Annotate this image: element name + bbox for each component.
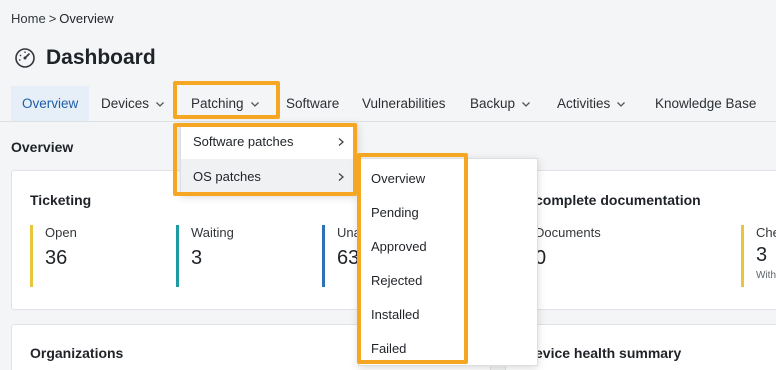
chevron-down-icon bbox=[522, 101, 530, 107]
page-title: Dashboard bbox=[46, 46, 156, 69]
submenu-item-label: Failed bbox=[371, 340, 407, 356]
metric-value: 3 bbox=[191, 247, 203, 269]
menu-item-label: OS patches bbox=[193, 169, 261, 184]
organizations-title: Organizations bbox=[30, 345, 124, 361]
breadcrumb-current: Overview bbox=[59, 11, 114, 26]
device-health-title: evice health summary bbox=[535, 345, 682, 361]
submenu-item-label: Rejected bbox=[371, 272, 423, 288]
section-title: Overview bbox=[11, 139, 74, 155]
submenu-item-overview[interactable]: Overview bbox=[359, 161, 537, 195]
documentation-card: complete documentation Documents 0 Che 3… bbox=[505, 170, 776, 310]
metric-label: Open bbox=[45, 225, 77, 240]
tab-label: Patching bbox=[191, 96, 244, 111]
submenu-item-label: Installed bbox=[371, 306, 420, 322]
submenu-item-approved[interactable]: Approved bbox=[359, 229, 537, 263]
menu-item-os-patches[interactable]: OS patches bbox=[181, 159, 357, 194]
breadcrumb-home[interactable]: Home bbox=[11, 11, 46, 26]
tab-label: Overview bbox=[22, 96, 79, 111]
chevron-down-icon bbox=[617, 101, 626, 107]
tab-overview[interactable]: Overview bbox=[11, 86, 90, 121]
submenu-item-label: Overview bbox=[371, 170, 426, 186]
main-tab-bar: Overview Devices Patching Software Vulne… bbox=[0, 86, 776, 122]
submenu-item-label: Approved bbox=[371, 238, 427, 254]
tab-activities[interactable]: Activities bbox=[546, 86, 637, 121]
page-header: Dashboard bbox=[14, 46, 156, 70]
metric-label: Waiting bbox=[191, 225, 234, 240]
tab-label: Devices bbox=[101, 96, 150, 111]
os-patches-submenu: Overview Pending Approved Rejected Insta… bbox=[358, 158, 538, 366]
tab-software[interactable]: Software bbox=[275, 86, 350, 121]
submenu-item-pending[interactable]: Pending bbox=[359, 195, 537, 229]
ticketing-metric-unassigned[interactable]: Una 63 bbox=[322, 225, 361, 287]
submenu-item-failed[interactable]: Failed bbox=[359, 331, 537, 365]
documentation-metric-checks[interactable]: Che 3 With bbox=[741, 225, 776, 287]
menu-item-label: Software patches bbox=[193, 134, 294, 149]
ticketing-title: Ticketing bbox=[30, 192, 92, 208]
metric-sublabel: With bbox=[756, 270, 776, 281]
tab-vulnerabilities[interactable]: Vulnerabilities bbox=[351, 86, 457, 121]
device-health-card: evice health summary bbox=[505, 324, 776, 370]
chevron-down-icon bbox=[250, 101, 259, 107]
chevron-down-icon bbox=[156, 101, 164, 107]
documentation-title: complete documentation bbox=[535, 192, 701, 208]
tab-backup[interactable]: Backup bbox=[459, 86, 542, 121]
metric-value: 0 bbox=[535, 247, 547, 269]
tab-knowledge-base[interactable]: Knowledge Base bbox=[644, 86, 767, 121]
tab-patching[interactable]: Patching bbox=[180, 86, 271, 121]
submenu-item-installed[interactable]: Installed bbox=[359, 297, 537, 331]
ticketing-metric-open[interactable]: Open 36 bbox=[30, 225, 77, 287]
chevron-right-icon bbox=[338, 172, 344, 181]
tab-label: Backup bbox=[470, 96, 516, 111]
tab-label: Software bbox=[286, 96, 340, 111]
breadcrumb-separator: > bbox=[48, 11, 57, 26]
chevron-right-icon bbox=[338, 137, 344, 146]
submenu-item-rejected[interactable]: Rejected bbox=[359, 263, 537, 297]
metric-label: Documents bbox=[535, 225, 601, 240]
tab-label: Knowledge Base bbox=[655, 96, 757, 111]
menu-item-software-patches[interactable]: Software patches bbox=[181, 124, 357, 159]
metric-label: Che bbox=[756, 225, 776, 240]
dashboard-gauge-icon bbox=[15, 48, 35, 68]
ticketing-metric-waiting[interactable]: Waiting 3 bbox=[176, 225, 234, 287]
tab-devices[interactable]: Devices bbox=[90, 86, 176, 121]
tab-label: Activities bbox=[557, 96, 611, 111]
patching-dropdown-menu: Software patches OS patches bbox=[180, 123, 358, 195]
breadcrumb: Home > Overview bbox=[11, 11, 113, 26]
metric-value: 36 bbox=[45, 247, 68, 269]
submenu-item-label: Pending bbox=[371, 204, 419, 220]
metric-value: 3 bbox=[756, 244, 768, 266]
tab-label: Vulnerabilities bbox=[362, 96, 446, 111]
